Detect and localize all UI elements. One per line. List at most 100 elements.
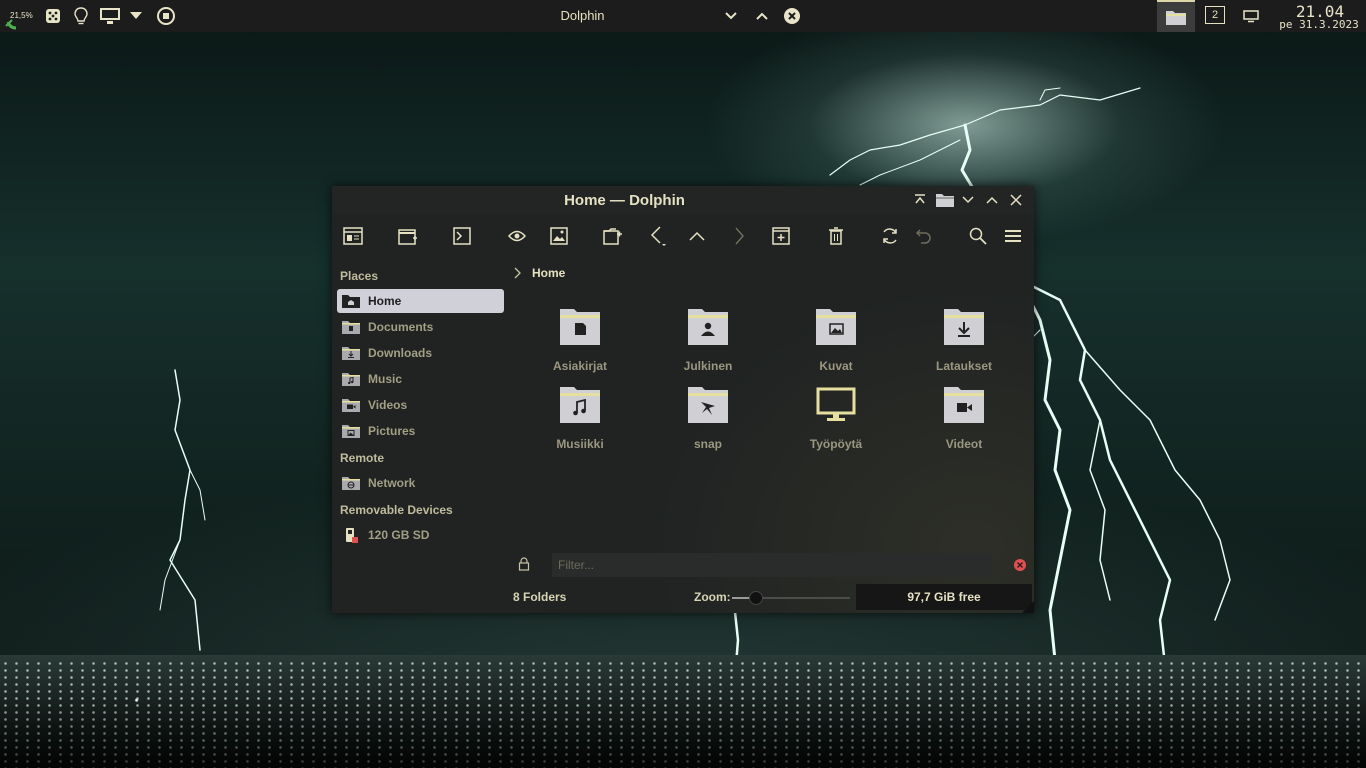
window-maximize-icon <box>756 12 768 20</box>
folder-item[interactable]: Asiakirjat <box>530 307 630 377</box>
media-stop-button[interactable] <box>156 6 176 26</box>
folder-item[interactable]: snap <box>658 385 758 455</box>
up-button[interactable] <box>685 224 709 248</box>
window-close-button[interactable] <box>782 6 802 26</box>
lightbulb-button[interactable] <box>71 6 91 26</box>
window-titlebar[interactable]: Home — Dolphin <box>332 186 1034 214</box>
minimize-icon <box>962 196 974 204</box>
breadcrumb-home[interactable]: Home <box>532 266 565 280</box>
window-menu-button[interactable] <box>721 6 741 26</box>
sidebar-item-videos[interactable]: Videos <box>337 393 504 417</box>
reload-button[interactable] <box>878 224 902 248</box>
sidebar-item-downloads[interactable]: Downloads <box>337 341 504 365</box>
battery-percent: 21,5% <box>10 11 33 20</box>
app-folder-button[interactable] <box>934 192 956 208</box>
sidebar-item-label: 120 GB SD <box>368 528 430 542</box>
resize-grip-icon <box>1022 601 1034 613</box>
zoom-label: Zoom: <box>694 590 731 604</box>
network-folder-icon <box>342 476 360 490</box>
split-view-button[interactable] <box>341 224 365 248</box>
terminal-button[interactable] <box>450 224 474 248</box>
videos-folder-icon <box>944 387 984 423</box>
videos-folder-icon <box>342 398 360 412</box>
sidebar-item-label: Home <box>368 294 402 308</box>
desktop-monitor-icon <box>816 387 856 421</box>
lock-filter-button[interactable] <box>518 557 530 576</box>
active-window-title[interactable]: Dolphin <box>520 8 645 23</box>
new-folder-button[interactable] <box>769 224 793 248</box>
undo-icon <box>916 229 931 244</box>
window-menu-icon <box>725 12 737 20</box>
free-space-indicator[interactable]: 97,7 GiB free <box>856 584 1032 610</box>
close-button[interactable] <box>1008 192 1024 208</box>
folder-icon <box>936 194 954 207</box>
breadcrumb-arrow-icon[interactable] <box>512 266 522 285</box>
new-tab-button[interactable] <box>601 224 625 248</box>
folder-item[interactable]: Julkinen <box>658 307 758 377</box>
places-header: Places <box>340 269 379 283</box>
back-icon <box>650 226 666 246</box>
search-button[interactable] <box>966 224 990 248</box>
folder-item[interactable]: Kuvat <box>786 307 886 377</box>
folder-count: 8 Folders <box>513 590 567 604</box>
folder-name: Lataukset <box>935 359 993 373</box>
image-button[interactable] <box>547 224 571 248</box>
sidebar-item-sd-card[interactable]: 120 GB SD <box>337 523 504 547</box>
display-dropdown-button[interactable] <box>126 6 146 26</box>
zoom-slider[interactable] <box>732 591 850 605</box>
maximize-button[interactable] <box>984 192 1000 208</box>
pictures-folder-icon <box>342 424 360 438</box>
folder-item[interactable]: Lataukset <box>914 307 1014 377</box>
sidebar-item-label: Network <box>368 476 416 490</box>
screen-button[interactable] <box>1241 6 1261 26</box>
folder-item[interactable]: Työpöytä <box>786 385 886 455</box>
resize-grip[interactable] <box>1022 600 1034 618</box>
clock-date[interactable]: pe 31.3.2023 <box>1274 18 1364 31</box>
forward-button[interactable] <box>727 224 751 248</box>
media-stop-icon <box>157 7 175 25</box>
music-folder-icon <box>342 372 360 386</box>
preview-button[interactable] <box>505 224 529 248</box>
sidebar-item-pictures[interactable]: Pictures <box>337 419 504 443</box>
up-icon <box>689 231 705 241</box>
new-window-button[interactable] <box>396 224 420 248</box>
sidebar-item-music[interactable]: Music <box>337 367 504 391</box>
trash-button[interactable] <box>824 224 848 248</box>
display-button[interactable] <box>98 6 122 26</box>
undo-button[interactable] <box>912 224 936 248</box>
minimize-button[interactable] <box>960 192 976 208</box>
dice-button[interactable] <box>43 6 63 26</box>
zoom-slider-handle[interactable] <box>749 591 763 605</box>
keep-above-icon <box>915 194 925 204</box>
close-icon <box>1010 194 1022 206</box>
window-title: Home — Dolphin <box>564 192 685 209</box>
folder-name: Julkinen <box>683 359 733 373</box>
sidebar-item-documents[interactable]: Documents <box>337 315 504 339</box>
snap-folder-icon <box>688 387 728 423</box>
sidebar-item-home[interactable]: Home <box>337 289 504 313</box>
battery-widget[interactable]: 21,5% <box>4 4 33 30</box>
back-button[interactable] <box>645 224 669 248</box>
folder-name: Työpöytä <box>809 437 863 451</box>
sidebar-item-label: Music <box>368 372 403 386</box>
keep-above-button[interactable] <box>912 192 928 208</box>
pictures-folder-icon <box>816 309 856 345</box>
filter-input[interactable] <box>552 553 982 577</box>
virtual-desktop-pager[interactable]: 2 <box>1205 6 1225 24</box>
maximize-icon <box>986 196 998 204</box>
forward-icon <box>735 227 744 245</box>
close-filter-button[interactable] <box>1013 558 1027 577</box>
menu-button[interactable] <box>1001 224 1025 248</box>
sd-card-icon <box>342 528 360 543</box>
public-folder-icon <box>688 309 728 345</box>
top-panel: 21,5% Dolphin 2 21.04 pe 31.3.2023 <box>0 0 1366 32</box>
new-window-icon <box>398 229 417 245</box>
window-maximize-button[interactable] <box>752 6 772 26</box>
close-filter-icon <box>1014 559 1026 571</box>
task-dolphin[interactable] <box>1157 0 1195 32</box>
folder-item[interactable]: Videot <box>914 385 1014 455</box>
folder-item[interactable]: Musiikki <box>530 385 630 455</box>
trash-icon <box>829 227 843 245</box>
sidebar-item-label: Documents <box>368 320 434 334</box>
sidebar-item-network[interactable]: Network <box>337 471 504 495</box>
